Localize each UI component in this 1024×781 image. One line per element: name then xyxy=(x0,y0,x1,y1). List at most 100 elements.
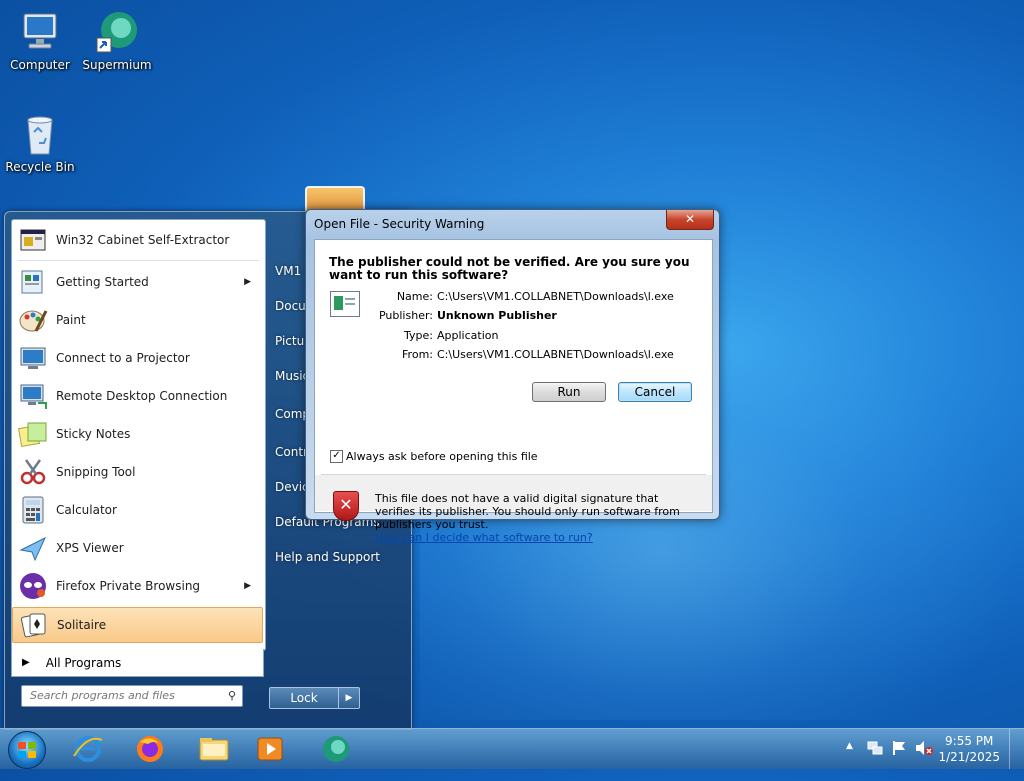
footer-warning-text: This file does not have a valid digital … xyxy=(375,492,680,531)
action-center-flag-icon[interactable] xyxy=(890,739,908,779)
cancel-button[interactable]: Cancel xyxy=(618,382,692,402)
start-item-snipping-tool[interactable]: Snipping Tool xyxy=(12,454,263,490)
security-warning-dialog: Open File - Security Warning ✕ The publi… xyxy=(305,209,720,544)
start-item-calculator[interactable]: Calculator xyxy=(12,492,263,528)
field-type-key: Type: xyxy=(404,329,433,342)
start-item-label: Sticky Notes xyxy=(56,427,131,441)
field-publisher-value: Unknown Publisher xyxy=(437,309,557,322)
start-item-label: Remote Desktop Connection xyxy=(56,389,228,403)
start-item-sticky-notes[interactable]: Sticky Notes xyxy=(12,416,263,452)
dialog-footer: ✕ This file does not have a valid digita… xyxy=(315,475,712,544)
help-link[interactable]: How can I decide what software to run? xyxy=(375,531,593,544)
search-placeholder: Search programs and files xyxy=(30,689,175,702)
submenu-arrow-icon: ▶ xyxy=(244,581,251,591)
remote-desktop-icon xyxy=(18,381,48,411)
dialog-title: Open File - Security Warning xyxy=(314,217,485,231)
file-explorer-icon xyxy=(199,738,229,761)
search-icon[interactable]: ⚲ xyxy=(228,689,236,702)
separator xyxy=(18,260,259,261)
supermium-icon xyxy=(323,736,349,762)
show-desktop-button[interactable] xyxy=(1009,729,1024,769)
system-clock[interactable]: 9:55 PM 1/21/2025 xyxy=(938,733,1000,765)
submenu-arrow-icon: ▶ xyxy=(244,277,251,287)
start-item-label: Paint xyxy=(56,313,86,327)
snipping-tool-icon xyxy=(18,457,48,487)
taskbar-file-explorer[interactable] xyxy=(188,732,240,766)
clock-time: 9:55 PM xyxy=(945,734,994,748)
start-button[interactable] xyxy=(8,731,46,769)
dialog-question: The publisher could not be verified. Are… xyxy=(329,255,690,282)
start-item-label: Calculator xyxy=(56,503,117,517)
taskbar: ▲ 9:55 PM 1/21/2025 xyxy=(0,728,1024,769)
close-button[interactable]: ✕ xyxy=(666,210,714,230)
solitaire-icon xyxy=(19,610,49,640)
shutdown-options-arrow-icon[interactable]: ▶ xyxy=(338,687,360,709)
start-item-getting-started[interactable]: Getting Started ▶ xyxy=(12,264,263,300)
start-right-item-documents[interactable]: Docu xyxy=(275,299,306,313)
start-item-connect-projector[interactable]: Connect to a Projector xyxy=(12,340,263,376)
dialog-body: The publisher could not be verified. Are… xyxy=(314,239,713,544)
recycle-bin-icon xyxy=(16,110,64,158)
triangle-right-icon: ▶ xyxy=(22,657,30,668)
desktop-icon-recycle-bin[interactable]: Recycle Bin xyxy=(2,110,78,174)
all-programs-label: All Programs xyxy=(45,655,122,670)
start-item-label: Firefox Private Browsing xyxy=(56,579,201,593)
desktop-icon-label: Supermium xyxy=(82,58,152,72)
always-ask-label[interactable]: Always ask before opening this file xyxy=(346,450,538,463)
xps-viewer-icon xyxy=(18,533,48,563)
start-search-input[interactable]: Search programs and files ⚲ xyxy=(21,685,243,707)
start-item-paint[interactable]: Paint xyxy=(12,302,263,338)
desktop-icon-supermium[interactable]: Supermium xyxy=(79,8,155,72)
internet-explorer-icon xyxy=(73,736,103,762)
field-from-value: C:\Users\VM1.COLLABNET\Downloads\l.exe xyxy=(437,348,674,361)
volume-muted-icon[interactable] xyxy=(914,739,934,779)
desktop-icon-label: Recycle Bin xyxy=(5,160,75,174)
field-from-key: From: xyxy=(402,348,433,361)
start-item-label: Solitaire xyxy=(57,618,107,632)
always-ask-checkbox[interactable]: ✓ xyxy=(330,450,343,463)
start-menu-programs-pane: Win32 Cabinet Self-Extractor Getting Sta… xyxy=(11,219,266,651)
field-name-value: C:\Users\VM1.COLLABNET\Downloads\l.exe xyxy=(437,290,674,303)
run-button[interactable]: Run xyxy=(532,382,606,402)
show-hidden-icons-icon[interactable]: ▲ xyxy=(846,741,853,781)
start-item-xps-viewer[interactable]: XPS Viewer xyxy=(12,530,263,566)
start-item-label: Win32 Cabinet Self-Extractor xyxy=(56,233,230,247)
field-publisher-key: Publisher: xyxy=(378,309,433,322)
cabinet-extractor-icon xyxy=(18,225,48,255)
start-right-item-control-panel[interactable]: Contr xyxy=(275,445,308,459)
start-right-item-pictures[interactable]: Pictu xyxy=(275,334,304,348)
paint-icon xyxy=(18,305,48,335)
network-icon[interactable] xyxy=(866,739,884,779)
security-shield-icon: ✕ xyxy=(333,491,359,521)
getting-started-icon xyxy=(18,267,48,297)
start-item-label: Connect to a Projector xyxy=(56,351,190,365)
taskbar-media-player[interactable] xyxy=(244,732,296,766)
start-item-firefox-private[interactable]: Firefox Private Browsing ▶ xyxy=(12,568,263,604)
firefox-private-icon xyxy=(18,571,48,601)
media-player-icon xyxy=(257,737,283,761)
start-item-remote-desktop[interactable]: Remote Desktop Connection xyxy=(12,378,263,414)
start-item-solitaire[interactable]: Solitaire xyxy=(12,607,263,643)
footer-text-block: This file does not have a valid digital … xyxy=(375,492,695,544)
start-right-item-help[interactable]: Help and Support xyxy=(275,550,380,564)
start-item-label: XPS Viewer xyxy=(56,541,124,555)
taskbar-supermium[interactable] xyxy=(310,732,362,766)
start-item-win32-cabinet[interactable]: Win32 Cabinet Self-Extractor xyxy=(12,222,263,258)
computer-icon xyxy=(16,8,64,56)
desktop-icon-computer[interactable]: Computer xyxy=(2,8,78,72)
firefox-icon xyxy=(137,736,163,762)
clock-date: 1/21/2025 xyxy=(938,750,1000,764)
projector-icon xyxy=(18,343,48,373)
all-programs-button[interactable]: ▶ All Programs xyxy=(11,649,264,677)
taskbar-internet-explorer[interactable] xyxy=(62,732,114,766)
taskbar-firefox[interactable] xyxy=(124,732,176,766)
start-item-label: Snipping Tool xyxy=(56,465,136,479)
executable-file-icon xyxy=(330,291,360,317)
sticky-notes-icon xyxy=(17,419,48,449)
start-right-item-devices[interactable]: Devic xyxy=(275,480,309,494)
lock-button[interactable]: Lock xyxy=(269,687,339,709)
start-right-item-user[interactable]: VM1 xyxy=(275,264,301,278)
calculator-icon xyxy=(18,495,48,525)
field-name-key: Name: xyxy=(396,290,433,303)
start-item-label: Getting Started xyxy=(56,275,149,289)
